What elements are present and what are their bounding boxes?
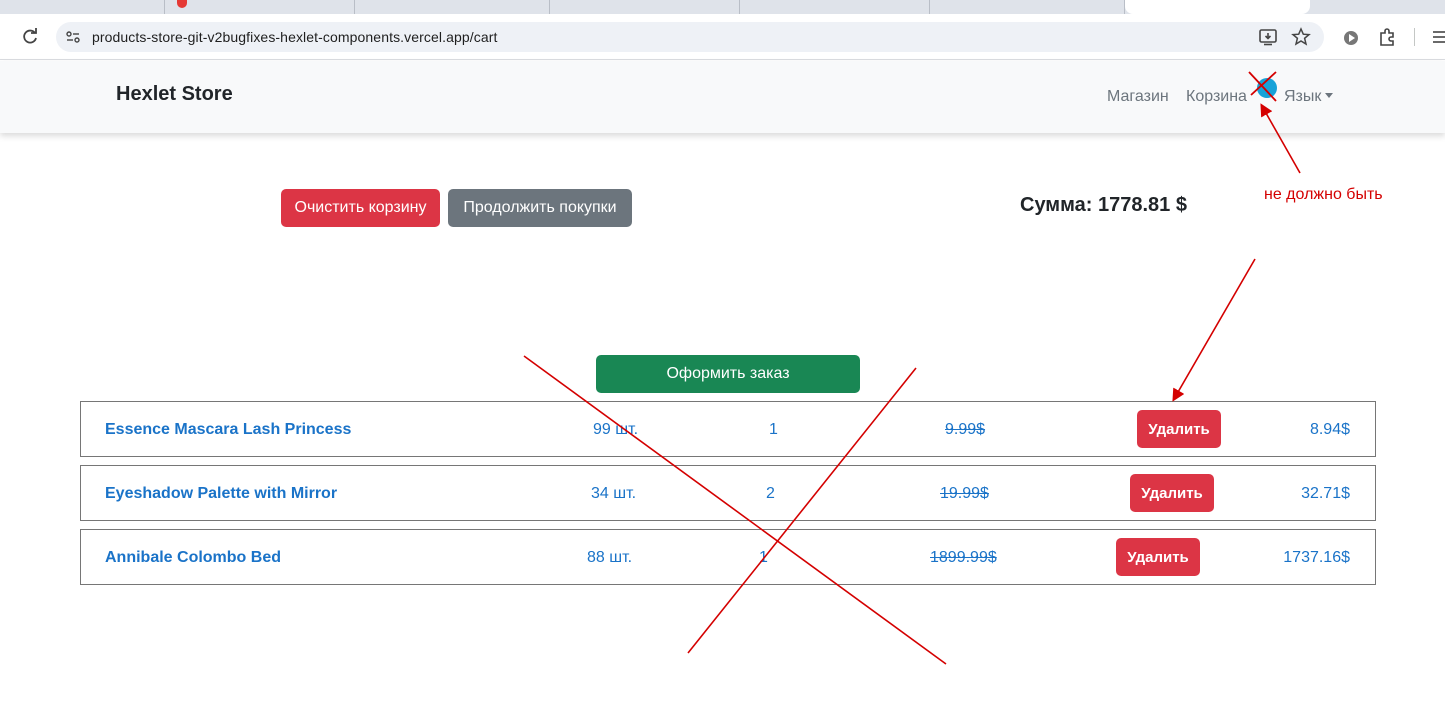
browser-toolbar: products-store-git-v2bugfixes-hexlet-com… bbox=[0, 14, 1445, 60]
toolbar-separator bbox=[1414, 28, 1415, 46]
cart-total-sum: Сумма: 1778.81 $ bbox=[1020, 194, 1187, 216]
site-info-icon[interactable] bbox=[65, 29, 81, 45]
product-old-price: 1899.99$ bbox=[930, 549, 997, 566]
cart-row: Eyeshadow Palette with Mirror 34 шт. 2 1… bbox=[80, 465, 1376, 521]
bookmark-star-icon[interactable] bbox=[1291, 27, 1311, 47]
browser-tab-active[interactable] bbox=[1125, 0, 1310, 14]
product-name-link[interactable]: Eyeshadow Palette with Mirror bbox=[105, 485, 337, 503]
browser-tab[interactable] bbox=[550, 0, 740, 14]
reload-icon[interactable] bbox=[20, 27, 40, 47]
product-name-link[interactable]: Annibale Colombo Bed bbox=[105, 549, 281, 567]
browser-tab[interactable] bbox=[740, 0, 930, 14]
nav-link-cart[interactable]: Корзина bbox=[1186, 88, 1247, 106]
product-total: 8.94$ bbox=[1309, 421, 1350, 438]
extension-icon[interactable] bbox=[1341, 28, 1361, 48]
language-dropdown[interactable]: Язык bbox=[1284, 88, 1334, 106]
product-old-price: 19.99$ bbox=[940, 485, 989, 502]
product-quantity: 1 bbox=[769, 421, 778, 438]
product-quantity: 1 bbox=[759, 549, 768, 566]
clear-cart-button[interactable]: Очистить корзину bbox=[281, 189, 440, 227]
browser-tab[interactable] bbox=[355, 0, 550, 14]
product-stock: 88 шт. bbox=[587, 549, 633, 566]
tab-favicon-icon bbox=[177, 0, 187, 8]
address-bar[interactable]: products-store-git-v2bugfixes-hexlet-com… bbox=[56, 22, 1324, 52]
store-navbar: Hexlet Store Магазин Корзина Язык bbox=[0, 61, 1445, 133]
delete-item-button[interactable]: Удалить bbox=[1130, 474, 1214, 512]
browser-tab[interactable] bbox=[0, 0, 165, 14]
browser-tab[interactable] bbox=[165, 0, 355, 14]
product-quantity: 2 bbox=[766, 485, 775, 502]
menu-icon[interactable] bbox=[1430, 27, 1445, 47]
delete-item-button[interactable]: Удалить bbox=[1116, 538, 1200, 576]
browser-tab-strip bbox=[0, 0, 1445, 14]
nav-link-shop[interactable]: Магазин bbox=[1107, 88, 1169, 106]
delete-item-button[interactable]: Удалить bbox=[1137, 410, 1221, 448]
product-total: 32.71$ bbox=[1301, 485, 1350, 502]
product-total: 1737.16$ bbox=[1283, 549, 1350, 566]
product-name-link[interactable]: Essence Mascara Lash Princess bbox=[105, 421, 351, 439]
chevron-down-icon bbox=[1325, 93, 1334, 98]
browser-tab[interactable] bbox=[930, 0, 1125, 14]
url-text[interactable]: products-store-git-v2bugfixes-hexlet-com… bbox=[92, 29, 497, 45]
install-app-icon[interactable] bbox=[1258, 27, 1278, 47]
cart-row: Annibale Colombo Bed 88 шт. 1 1899.99$ У… bbox=[80, 529, 1376, 585]
product-stock: 34 шт. bbox=[591, 485, 637, 502]
arrow-to-row bbox=[1172, 258, 1256, 402]
continue-shopping-button[interactable]: Продолжить покупки bbox=[448, 189, 632, 227]
product-stock: 99 шт. bbox=[593, 421, 639, 438]
cart-count-badge bbox=[1257, 78, 1277, 98]
checkout-button[interactable]: Оформить заказ bbox=[596, 355, 860, 393]
annotation-text: не должно быть bbox=[1264, 186, 1383, 203]
language-dropdown-label: Язык bbox=[1284, 88, 1322, 105]
product-old-price: 9.99$ bbox=[945, 421, 986, 438]
extensions-puzzle-icon[interactable] bbox=[1377, 27, 1397, 47]
cart-row: Essence Mascara Lash Princess 99 шт. 1 9… bbox=[80, 401, 1376, 457]
brand-logo[interactable]: Hexlet Store bbox=[116, 83, 233, 106]
